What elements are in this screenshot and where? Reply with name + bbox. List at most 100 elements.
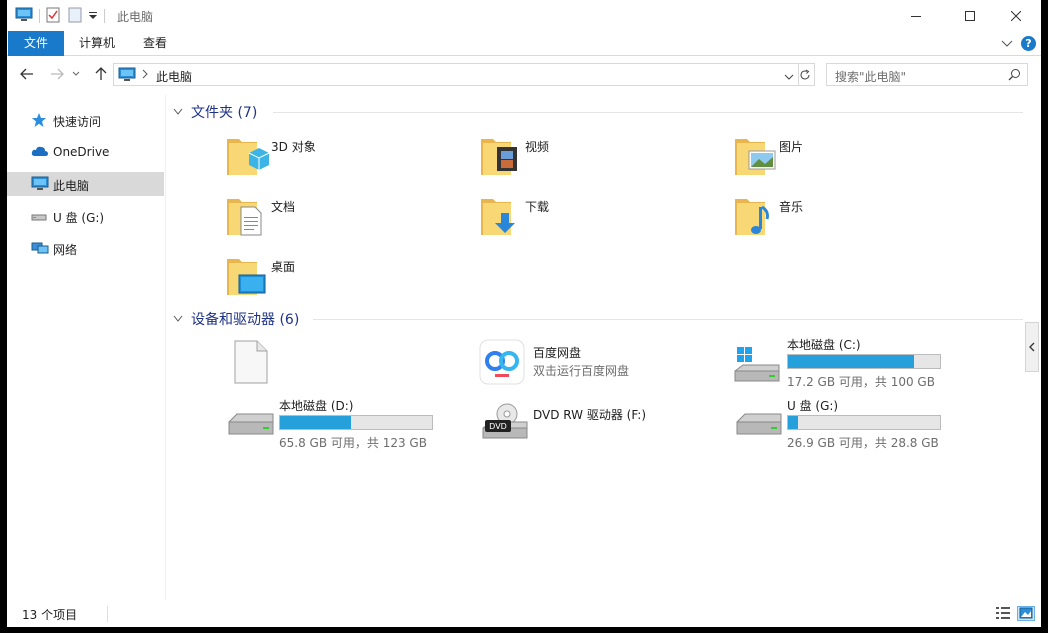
navigation-pane: 快速访问 OneDrive 此电脑 U 盘 (G:) 网络 <box>7 95 166 600</box>
close-icon <box>1011 10 1021 21</box>
arrow-up-icon <box>95 67 107 80</box>
tab-view[interactable]: 查看 <box>129 31 181 56</box>
device-item-unnamed[interactable] <box>225 337 465 393</box>
device-name: DVD RW 驱动器 (F:) <box>533 408 647 422</box>
folder-item-music[interactable]: 音乐 <box>733 187 973 243</box>
tab-file[interactable]: 文件 <box>8 31 64 56</box>
tab-computer[interactable]: 计算机 <box>67 31 127 56</box>
nav-item-onedrive[interactable]: OneDrive <box>7 140 164 164</box>
devices-group-header[interactable]: 设备和驱动器 (6) <box>173 309 1023 329</box>
folders-group-header[interactable]: 文件夹 (7) <box>173 102 1023 122</box>
group-title: 设备和驱动器 (6) <box>191 312 300 328</box>
folder-name: 图片 <box>779 140 804 154</box>
details-view-icon <box>996 607 1010 619</box>
maximize-button[interactable] <box>947 0 993 31</box>
capacity-bar <box>279 415 433 430</box>
videos-folder-icon <box>479 131 525 182</box>
capacity-bar-fill <box>788 416 799 429</box>
documents-folder-icon <box>225 191 271 242</box>
device-name: U 盘 (G:) <box>787 399 839 413</box>
device-name: 本地磁盘 (C:) <box>787 338 861 352</box>
preview-pane-toggle[interactable] <box>1025 322 1039 372</box>
window-title: 此电脑 <box>117 10 154 24</box>
quick-access-toolbar <box>15 7 111 25</box>
content-pane: 文件夹 (7) 3D 对象 视频 图片 文档 下载 音乐 桌面 设备和驱动器 (… <box>167 95 1027 600</box>
device-item-local-disk-c[interactable]: 本地磁盘 (C:) 17.2 GB 可用，共 100 GB <box>733 337 973 393</box>
hard-drive-icon <box>227 410 275 443</box>
folder-name: 下载 <box>525 200 550 214</box>
search-placeholder: 搜索"此电脑" <box>835 70 907 84</box>
chevron-down-icon <box>173 315 183 322</box>
up-button[interactable] <box>91 64 111 84</box>
details-view-button[interactable] <box>995 606 1011 623</box>
device-subtitle: 17.2 GB 可用，共 100 GB <box>787 375 935 389</box>
title-bar: 此电脑 <box>7 0 1041 31</box>
status-bar: 13 个项目 <box>7 600 1041 627</box>
blank-file-icon <box>233 339 269 388</box>
refresh-icon <box>800 69 809 79</box>
close-button[interactable] <box>993 0 1039 31</box>
dvd-drive-icon: DVD <box>481 402 529 445</box>
minimize-button[interactable] <box>893 0 939 31</box>
arrow-left-icon <box>20 68 33 80</box>
folder-item-videos[interactable]: 视频 <box>479 127 719 183</box>
arrow-right-icon <box>51 68 64 80</box>
expand-ribbon-button[interactable] <box>1001 37 1013 52</box>
folder-item-downloads[interactable]: 下载 <box>479 187 719 243</box>
nav-item-network[interactable]: 网络 <box>7 236 164 260</box>
computer-icon <box>15 7 33 26</box>
properties-icon[interactable] <box>46 7 60 26</box>
search-input[interactable]: 搜索"此电脑" <box>826 63 1028 86</box>
large-icons-view-button[interactable] <box>1017 606 1035 621</box>
pictures-folder-icon <box>733 131 779 182</box>
cloud-icon <box>31 144 49 160</box>
forward-button[interactable] <box>47 64 67 84</box>
minimize-icon <box>911 15 921 17</box>
dvd-badge: DVD <box>489 422 507 431</box>
group-divider <box>273 112 1023 113</box>
maximize-icon <box>965 10 975 21</box>
chevron-left-icon <box>1029 342 1035 352</box>
chevron-down-icon <box>72 71 80 76</box>
nav-item-label: 快速访问 <box>53 115 102 129</box>
3d-objects-folder-icon <box>225 131 271 182</box>
refresh-button[interactable] <box>795 63 815 86</box>
baidu-netdisk-icon <box>479 339 525 388</box>
new-folder-icon[interactable] <box>68 7 82 26</box>
file-explorer-window: 此电脑 文件 计算机 查看 ? 此电脑 搜索"此电脑" 快速访问 OneDriv… <box>7 0 1041 627</box>
breadcrumb-separator-icon[interactable] <box>142 68 148 82</box>
folder-name: 视频 <box>525 140 550 154</box>
address-history-button[interactable] <box>784 70 794 84</box>
customize-toolbar-icon[interactable] <box>88 9 98 23</box>
device-item-local-disk-d[interactable]: 本地磁盘 (D:) 65.8 GB 可用，共 123 GB <box>225 398 465 454</box>
folder-name: 3D 对象 <box>271 140 316 154</box>
toolbar-divider <box>39 9 40 23</box>
usb-drive-icon <box>31 208 49 224</box>
star-icon <box>31 112 49 128</box>
music-folder-icon <box>733 191 779 242</box>
search-icon[interactable] <box>1008 68 1021 84</box>
ribbon-tabs: 文件 计算机 查看 ? <box>7 31 1041 56</box>
help-icon[interactable]: ? <box>1021 36 1036 51</box>
folder-item-documents[interactable]: 文档 <box>225 187 465 243</box>
chevron-down-icon <box>1001 40 1013 47</box>
folder-item-desktop[interactable]: 桌面 <box>225 247 465 303</box>
status-divider <box>107 606 108 622</box>
device-item-baidu-netdisk[interactable]: 百度网盘 双击运行百度网盘 <box>479 337 719 393</box>
address-row: 此电脑 搜索"此电脑" <box>7 57 1041 92</box>
nav-item-quick-access[interactable]: 快速访问 <box>7 108 164 132</box>
chevron-down-icon <box>784 74 794 80</box>
toolbar-divider <box>104 9 105 23</box>
capacity-bar-fill <box>280 416 351 429</box>
breadcrumb-item[interactable]: 此电脑 <box>156 68 192 85</box>
nav-item-usb-drive[interactable]: U 盘 (G:) <box>7 204 164 228</box>
recent-locations-button[interactable] <box>70 64 82 84</box>
address-bar[interactable]: 此电脑 <box>113 63 799 86</box>
folder-item-3d-objects[interactable]: 3D 对象 <box>225 127 465 183</box>
folder-item-pictures[interactable]: 图片 <box>733 127 973 183</box>
nav-item-this-pc[interactable]: 此电脑 <box>7 172 164 196</box>
device-item-usb-drive-g[interactable]: U 盘 (G:) 26.9 GB 可用，共 28.8 GB <box>733 398 973 454</box>
device-item-dvd-drive[interactable]: DVD DVD RW 驱动器 (F:) <box>479 398 719 454</box>
downloads-folder-icon <box>479 191 525 242</box>
back-button[interactable] <box>17 64 37 84</box>
